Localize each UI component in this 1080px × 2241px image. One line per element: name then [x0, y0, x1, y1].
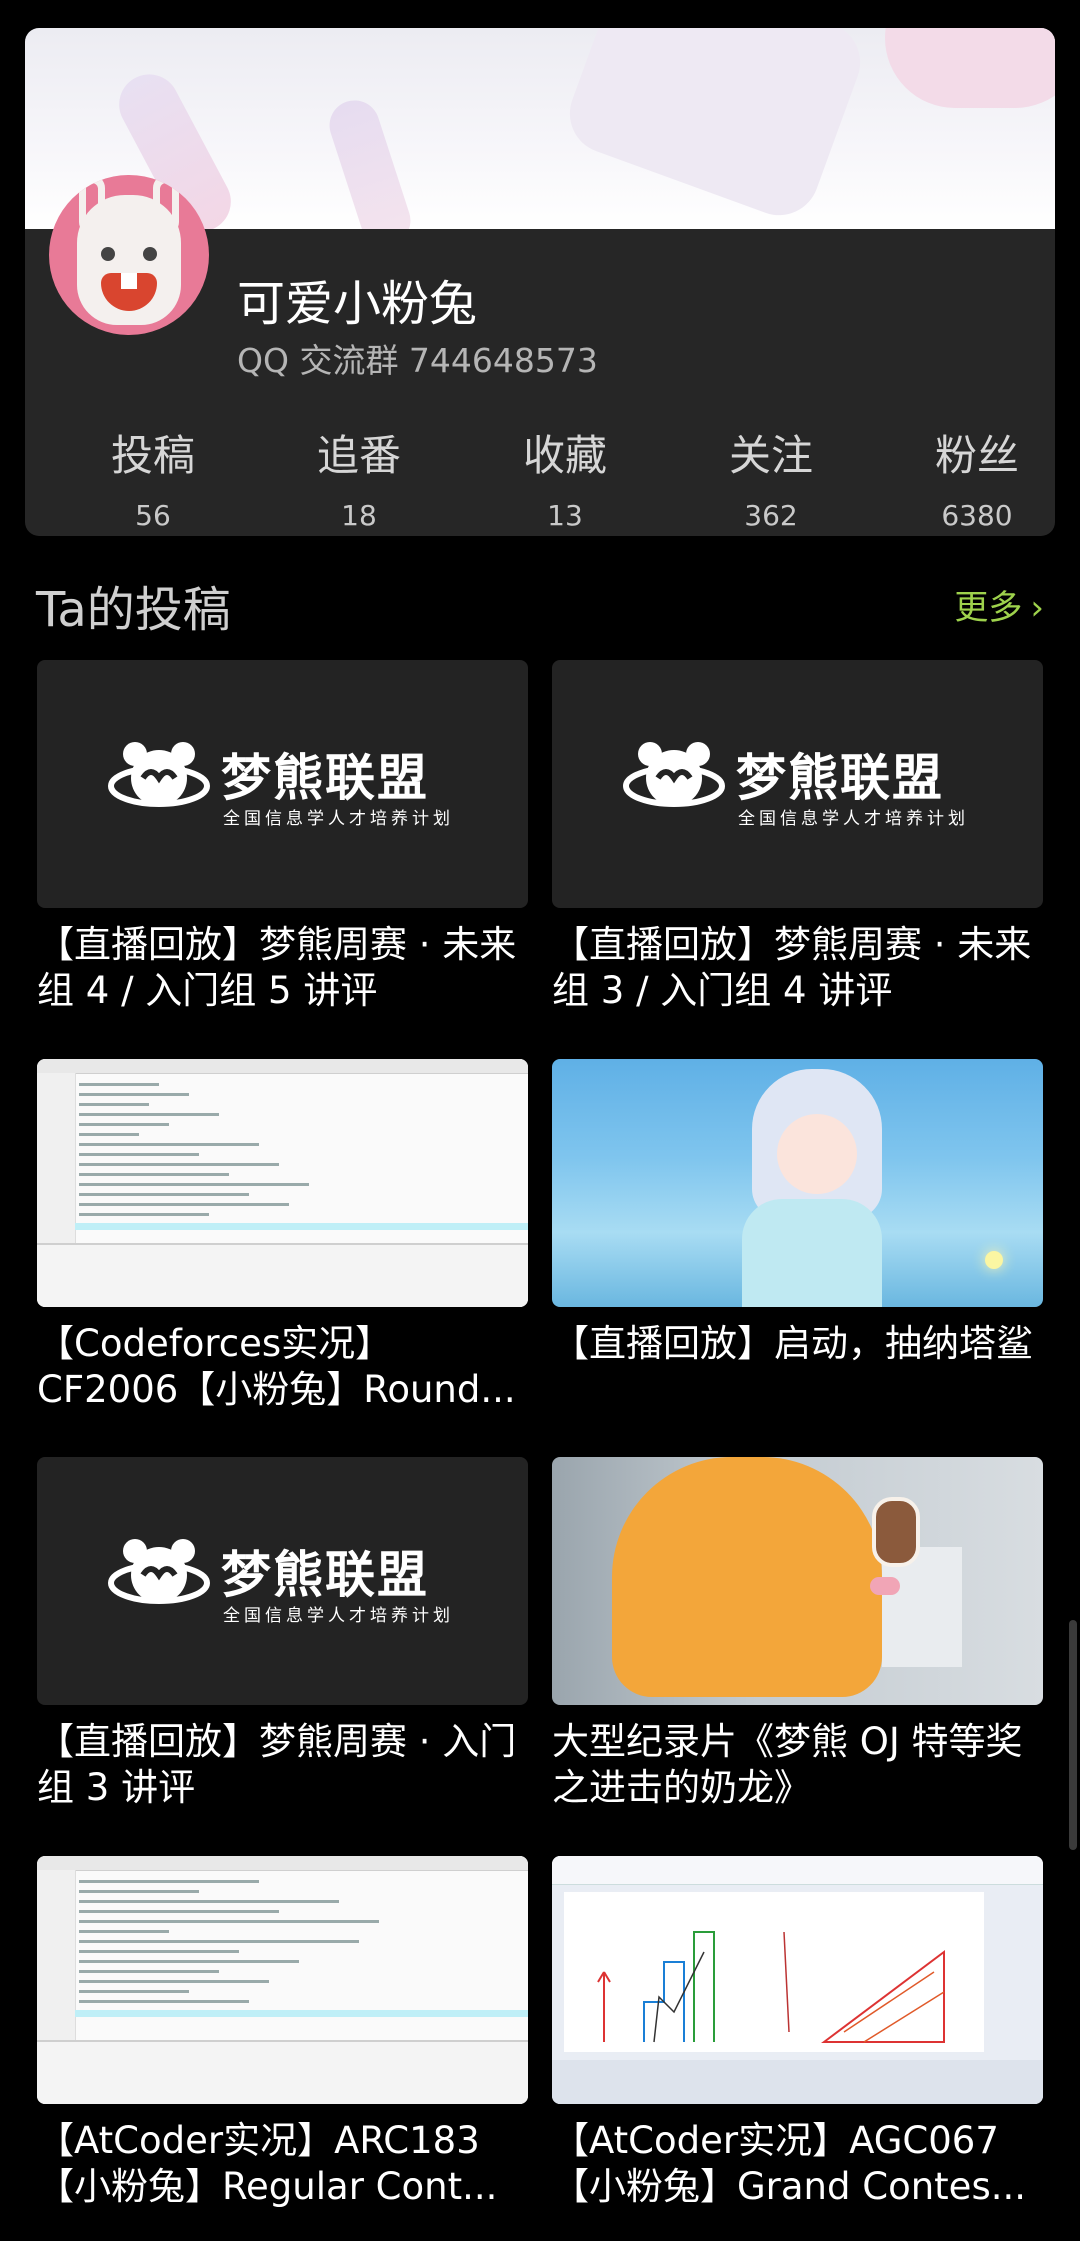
stat-label: 粉丝	[934, 431, 1019, 480]
section-title: Ta的投稿	[36, 582, 231, 638]
video-card[interactable]: 【Codeforces实况】CF2006【小粉兔】Round...	[37, 1059, 528, 1413]
panda-planet-icon	[108, 742, 210, 807]
logo-slogan: 全国信息学人才培养计划	[738, 809, 969, 829]
video-title[interactable]: 【AtCoder实况】ARC183【小粉兔】Regular Cont...	[37, 2118, 528, 2210]
stat-label: 关注	[728, 431, 813, 480]
video-title[interactable]: 【Codeforces实况】CF2006【小粉兔】Round...	[37, 1321, 528, 1413]
qq-group-text: QQ 交流群 744648573	[237, 341, 598, 380]
more-link[interactable]: 更多 ›	[954, 580, 1044, 629]
stat-value: 362	[744, 499, 798, 532]
logo-slogan: 全国信息学人才培养计划	[223, 809, 454, 829]
stat-submissions[interactable]: 投稿 56	[50, 426, 256, 536]
stat-following[interactable]: 关注 362	[668, 426, 874, 536]
video-title[interactable]: 【直播回放】梦熊周赛 · 未来组 4 / 入门组 5 讲评	[37, 922, 528, 1014]
mengxiong-logo: 梦熊联盟 全国信息学人才培养计划	[107, 738, 467, 829]
video-card[interactable]: 梦熊联盟 全国信息学人才培养计划 【直播回放】梦熊周赛 · 未来组 4 / 入门…	[37, 660, 528, 1014]
panda-planet-icon	[623, 742, 725, 807]
logo-brand: 梦熊联盟	[736, 749, 944, 807]
logo-slogan: 全国信息学人才培养计划	[223, 1606, 454, 1626]
chevron-right-icon: ›	[1030, 588, 1044, 628]
logo-brand: 梦熊联盟	[221, 749, 429, 807]
video-card[interactable]: 【AtCoder实况】AGC067【小粉兔】Grand Contes...	[552, 1856, 1043, 2210]
stats-row: 投稿 56 追番 18 收藏 13 关注 362 粉丝 6380	[25, 426, 1055, 536]
avatar[interactable]	[49, 175, 209, 335]
video-card[interactable]: 梦熊联盟 全国信息学人才培养计划 【直播回放】梦熊周赛 · 入门组 3 讲评	[37, 1457, 528, 1811]
video-thumbnail[interactable]	[37, 1059, 528, 1307]
stat-value: 6380	[941, 499, 1013, 532]
mengxiong-logo: 梦熊联盟 全国信息学人才培养计划	[107, 1535, 467, 1626]
panda-planet-icon	[108, 1539, 210, 1604]
video-thumbnail[interactable]: 梦熊联盟 全国信息学人才培养计划	[37, 660, 528, 908]
video-thumbnail[interactable]: 梦熊联盟 全国信息学人才培养计划	[37, 1457, 528, 1705]
mengxiong-logo: 梦熊联盟 全国信息学人才培养计划	[622, 738, 982, 829]
video-thumbnail[interactable]: 梦熊联盟 全国信息学人才培养计划	[552, 660, 1043, 908]
video-card[interactable]: 【直播回放】启动，抽纳塔鲨	[552, 1059, 1043, 1413]
stat-value: 13	[547, 499, 583, 532]
video-card[interactable]: 大型纪录片《梦熊 OJ 特等奖之进击的奶龙》	[552, 1457, 1043, 1811]
video-title[interactable]: 大型纪录片《梦熊 OJ 特等奖之进击的奶龙》	[552, 1719, 1043, 1811]
stat-value: 18	[341, 499, 377, 532]
stat-value: 56	[135, 499, 171, 532]
nickname: 可爱小粉兔	[237, 276, 478, 332]
video-title[interactable]: 【直播回放】梦熊周赛 · 未来组 3 / 入门组 4 讲评	[552, 922, 1043, 1014]
stat-label: 投稿	[110, 431, 195, 480]
video-title[interactable]: 【AtCoder实况】AGC067【小粉兔】Grand Contes...	[552, 2118, 1043, 2210]
stat-label: 追番	[316, 431, 401, 480]
video-thumbnail[interactable]	[552, 1059, 1043, 1307]
video-title[interactable]: 【直播回放】启动，抽纳塔鲨	[552, 1321, 1043, 1413]
more-label: 更多	[954, 588, 1023, 628]
video-card[interactable]: 梦熊联盟 全国信息学人才培养计划 【直播回放】梦熊周赛 · 未来组 3 / 入门…	[552, 660, 1043, 1014]
stat-followers[interactable]: 粉丝 6380	[874, 426, 1055, 536]
scrollbar[interactable]	[1069, 1620, 1077, 1850]
logo-brand: 梦熊联盟	[221, 1546, 429, 1604]
video-title[interactable]: 【直播回放】梦熊周赛 · 入门组 3 讲评	[37, 1719, 528, 1811]
profile-card: 可爱小粉兔 QQ 交流群 744648573 投稿 56 追番 18 收藏 13…	[25, 28, 1055, 536]
stat-label: 收藏	[522, 431, 607, 480]
video-thumbnail[interactable]	[37, 1856, 528, 2104]
stat-bangumi[interactable]: 追番 18	[256, 426, 462, 536]
stat-favorites[interactable]: 收藏 13	[462, 426, 668, 536]
video-card[interactable]: 【AtCoder实况】ARC183【小粉兔】Regular Cont...	[37, 1856, 528, 2210]
video-thumbnail[interactable]	[552, 1856, 1043, 2104]
video-thumbnail[interactable]	[552, 1457, 1043, 1705]
